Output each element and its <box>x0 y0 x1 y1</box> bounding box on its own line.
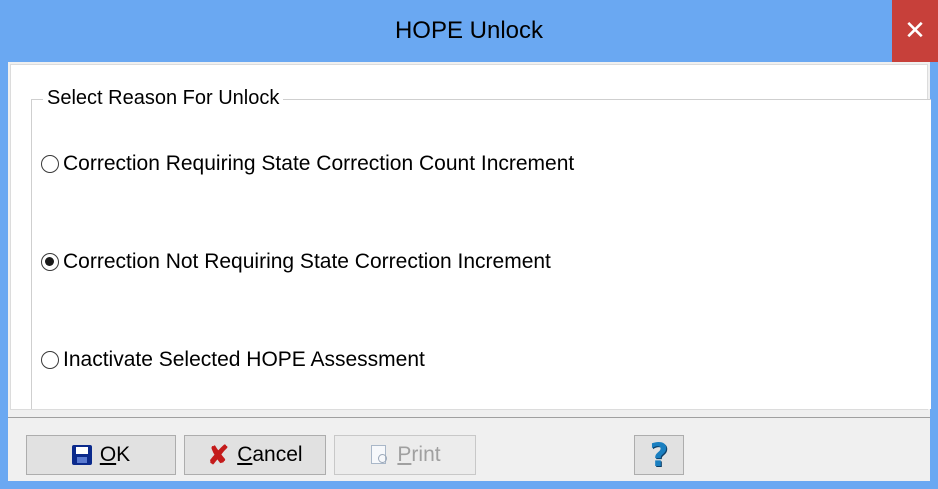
print-icon <box>369 444 389 466</box>
radio-option-inactivate[interactable]: Inactivate Selected HOPE Assessment <box>41 345 425 375</box>
ok-button-label: OK <box>99 443 131 466</box>
close-icon: ✕ <box>904 15 926 45</box>
divider <box>8 417 930 418</box>
groupbox-legend: Select Reason For Unlock <box>43 85 284 111</box>
cancel-button[interactable]: ✘ Cancel <box>184 435 326 475</box>
help-icon: ? <box>649 436 669 474</box>
cancel-icon: ✘ <box>207 440 230 470</box>
ok-button[interactable]: OK <box>26 435 176 475</box>
radio-label[interactable]: Correction Requiring State Correction Co… <box>63 152 574 176</box>
groupbox-panel: Select Reason For Unlock Correction Requ… <box>10 64 931 410</box>
radio-option-count-increment[interactable]: Correction Requiring State Correction Co… <box>41 149 574 179</box>
print-button[interactable]: Print <box>334 435 476 475</box>
cancel-button-label: Cancel <box>237 443 303 466</box>
window-title: HOPE Unlock <box>394 17 544 44</box>
close-button[interactable]: ✕ <box>892 0 938 62</box>
radio-button[interactable] <box>41 155 59 173</box>
title-bar[interactable]: HOPE Unlock ✕ <box>0 0 938 62</box>
radio-option-no-increment[interactable]: Correction Not Requiring State Correctio… <box>41 247 551 277</box>
dialog-content: Select Reason For Unlock Correction Requ… <box>8 62 931 481</box>
radio-button[interactable] <box>41 253 59 271</box>
dialog-window: HOPE Unlock ✕ Select Reason For Unlock C… <box>0 0 938 489</box>
print-button-label: Print <box>397 443 441 466</box>
radio-label[interactable]: Correction Not Requiring State Correctio… <box>63 250 551 274</box>
save-icon <box>71 445 92 465</box>
help-button[interactable]: ? <box>634 435 684 475</box>
radio-button[interactable] <box>41 351 59 369</box>
radio-label[interactable]: Inactivate Selected HOPE Assessment <box>63 348 425 372</box>
